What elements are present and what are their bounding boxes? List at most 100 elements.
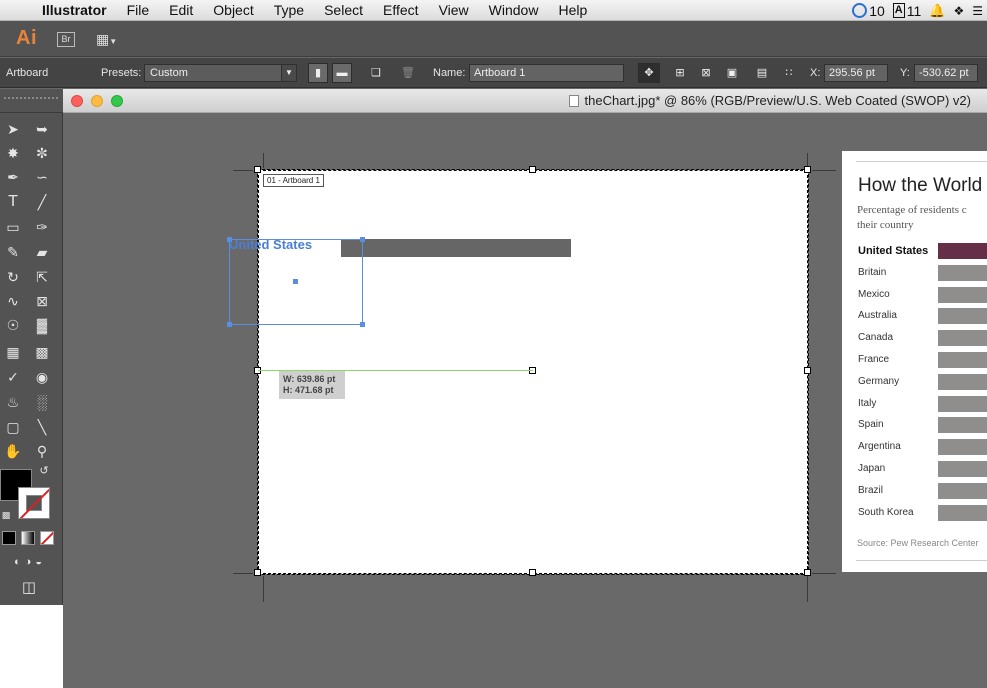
artboard-handle-mr[interactable] — [804, 367, 811, 374]
application-bar: Ai Br ▦▼ — [0, 21, 987, 57]
default-colors-icon: ▩ — [1, 510, 11, 520]
color-button[interactable] — [2, 531, 16, 545]
gradient-button[interactable] — [21, 531, 35, 545]
menu-window[interactable]: Window — [479, 0, 549, 21]
artboard-handle-bc[interactable] — [529, 569, 536, 576]
chart-row-label: United States — [858, 245, 929, 257]
artboard-handle-tl[interactable] — [254, 166, 261, 173]
none-button[interactable] — [40, 531, 54, 545]
menu-view[interactable]: View — [429, 0, 479, 21]
rectangle-tool[interactable]: ▭ — [2, 216, 24, 238]
magic-wand-tool[interactable]: ✸ — [2, 142, 24, 164]
hand-tool[interactable]: ✋ — [2, 440, 24, 462]
cross-hairs-icon: ⊠ — [701, 67, 711, 79]
menu-type[interactable]: Type — [264, 0, 314, 21]
drawing-modes[interactable]: ◐◑◒ — [0, 553, 60, 571]
type-tool[interactable]: T — [2, 191, 24, 213]
menu-extra-icon[interactable]: ☰ — [972, 4, 983, 18]
swap-arrow-icon: ↺ — [39, 465, 49, 477]
menu-edit[interactable]: Edit — [159, 0, 203, 21]
mesh-tool[interactable]: ▦ — [2, 341, 24, 363]
arrange-documents-button[interactable]: ▦▼ — [96, 31, 124, 47]
scale-tool[interactable]: ⇱ — [31, 266, 53, 288]
line-segment-tool[interactable]: ╱ — [31, 191, 53, 213]
artboard-options-button[interactable]: ▤ — [752, 63, 772, 83]
selection-tool[interactable]: ➤ — [2, 118, 24, 140]
stroke-color-swatch[interactable] — [18, 487, 50, 519]
show-center-mark-button[interactable]: ⊞ — [670, 63, 690, 83]
adobe-status[interactable]: A 11 — [892, 3, 921, 19]
landscape-button[interactable]: ▬ — [332, 63, 352, 83]
direct-selection-tool[interactable]: ➥ — [31, 118, 53, 140]
zoom-window-button[interactable] — [111, 95, 123, 107]
selection-handle[interactable] — [360, 322, 365, 327]
move-copy-artwork-button[interactable]: ✥ — [638, 63, 660, 83]
zoom-tool[interactable]: ⚲ — [31, 440, 53, 462]
paintbrush-tool[interactable]: ✑ — [31, 216, 53, 238]
selection-handle[interactable] — [360, 237, 365, 242]
close-window-button[interactable] — [71, 95, 83, 107]
artboard-handle-tc[interactable] — [529, 166, 536, 173]
new-artboard-button[interactable]: ❏ — [366, 63, 386, 83]
lasso-tool[interactable]: ✼ — [31, 142, 53, 164]
free-transform-tool[interactable]: ⊠ — [31, 290, 53, 312]
dropbox-icon[interactable]: ❖ — [953, 4, 964, 18]
chart-row-bar — [938, 482, 987, 499]
artboard-tool[interactable]: ▢ — [2, 416, 24, 438]
symbol-sprayer-tool[interactable]: ♨ — [2, 391, 24, 413]
gradient-tool[interactable]: ▩ — [31, 341, 53, 363]
rotate-tool[interactable]: ↻ — [2, 266, 24, 288]
selection-handle[interactable] — [227, 322, 232, 327]
artboard-handle-bl[interactable] — [254, 569, 261, 576]
menu-object[interactable]: Object — [203, 0, 263, 21]
chart-row-label: Argentina — [858, 441, 901, 453]
selection-handle[interactable] — [227, 237, 232, 242]
eyedropper-tool[interactable]: ✓ — [2, 366, 24, 388]
delete-artboard-button[interactable]: 🗑 — [398, 63, 418, 83]
document-titlebar[interactable]: theChart.jpg* @ 86% (RGB/Preview/U.S. We… — [63, 89, 987, 113]
reference-chart-image[interactable]: How the World Percentage of residents c … — [842, 151, 987, 572]
eraser-tool[interactable]: ▰ — [31, 241, 53, 263]
reference-point-button[interactable]: ∷ — [779, 63, 799, 83]
warp-icon: ∿ — [7, 293, 19, 309]
column-graph-tool[interactable]: ░ — [31, 391, 53, 413]
measure-width: W: 639.86 pt — [283, 374, 336, 384]
curvature-tool[interactable]: ∽ — [31, 166, 53, 188]
bridge-button[interactable]: Br — [57, 32, 75, 47]
slice-icon: ╲ — [37, 419, 47, 435]
artboard-name-input[interactable]: Artboard 1 — [469, 64, 624, 82]
shape-builder-tool[interactable]: ☉ — [2, 314, 24, 336]
menu-file[interactable]: File — [117, 0, 160, 21]
adobe-a-icon: A — [892, 3, 905, 18]
menu-app[interactable]: Illustrator — [36, 0, 117, 21]
bell-icon[interactable]: 🔔 — [929, 3, 945, 19]
artboard-handle-tr[interactable] — [804, 166, 811, 173]
measurement-tooltip: W: 639.86 pt H: 471.68 pt — [279, 371, 345, 399]
pen-tool[interactable]: ✒ — [2, 166, 24, 188]
presets-dropdown[interactable]: Custom ▼ — [144, 64, 297, 82]
portrait-button[interactable]: ▮ — [308, 63, 328, 83]
show-cross-hairs-button[interactable]: ⊠ — [696, 63, 716, 83]
change-screen-mode-button[interactable]: ◫ — [16, 577, 42, 599]
tools-panel-header[interactable] — [0, 89, 63, 113]
artboard-handle-br[interactable] — [804, 569, 811, 576]
chart-source: Source: Pew Research Center — [857, 538, 979, 548]
blend-tool[interactable]: ◉ — [31, 366, 53, 388]
menu-effect[interactable]: Effect — [373, 0, 429, 21]
warp-tool[interactable]: ∿ — [2, 290, 24, 312]
menu-help[interactable]: Help — [548, 0, 597, 21]
swap-colors-button[interactable]: ↺ — [36, 464, 52, 478]
pencil-tool[interactable]: ✎ — [2, 241, 24, 263]
x-position-input[interactable]: 295.56 pt — [824, 64, 888, 82]
menu-select[interactable]: Select — [314, 0, 373, 21]
default-colors-button[interactable]: ▩ — [0, 509, 12, 521]
creative-cloud-status[interactable]: 10 — [852, 3, 885, 19]
move-artwork-icon: ✥ — [644, 67, 654, 79]
y-position-input[interactable]: -530.62 pt — [914, 64, 978, 82]
graph-tool[interactable]: ▓ — [31, 314, 53, 336]
chart-bar-shape[interactable] — [341, 239, 571, 257]
minimize-window-button[interactable] — [91, 95, 103, 107]
slice-tool[interactable]: ╲ — [31, 416, 53, 438]
canvas-area[interactable]: 01 - Artboard 1 United States W: 639.86 … — [63, 113, 987, 688]
show-video-safe-areas-button[interactable]: ▣ — [722, 63, 742, 83]
